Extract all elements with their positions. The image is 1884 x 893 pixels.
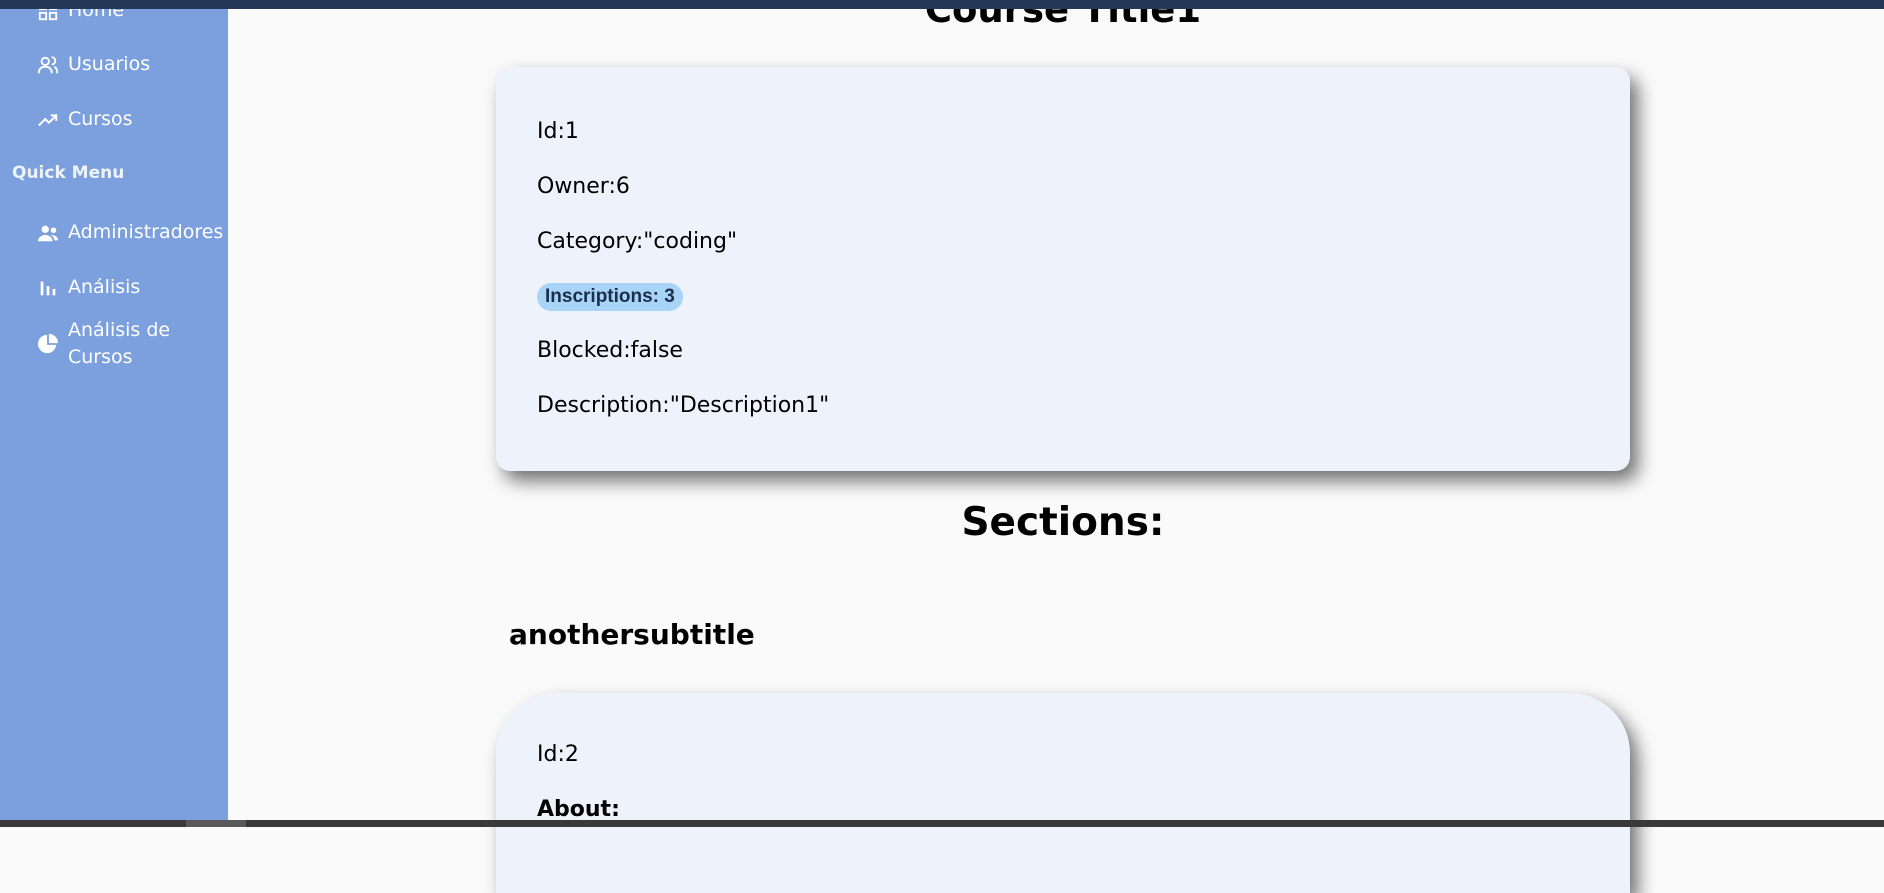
sidebar-item-analisis[interactable]: Análisis [36, 274, 140, 301]
bar-chart-icon [36, 276, 60, 300]
course-info-card: Id:1 Owner:6 Category:"coding" Inscripti… [496, 67, 1630, 471]
sidebar-item-cursos[interactable]: Cursos [36, 106, 133, 133]
top-bar [0, 0, 1884, 9]
pie-chart-icon [36, 332, 60, 356]
course-id: Id:1 [537, 119, 579, 144]
course-category: Category:"coding" [537, 229, 738, 254]
sidebar-item-label: Análisis [68, 276, 141, 298]
course-description: Description:"Description1" [537, 393, 830, 418]
sidebar-item-label: Administradores [68, 221, 224, 243]
sidebar: Home Usuarios Cursos Quick Menu Administ… [0, 0, 228, 827]
taskbar [0, 820, 1884, 827]
quick-menu-title: Quick Menu [12, 163, 125, 183]
course-owner: Owner:6 [537, 174, 630, 199]
sidebar-item-administradores[interactable]: Administradores [36, 219, 223, 246]
admins-icon [36, 221, 60, 245]
sections-heading: Sections: [961, 500, 1165, 545]
sidebar-item-label: Usuarios [68, 53, 151, 75]
sidebar-item-label: Análisis de Cursos [68, 319, 171, 368]
inscriptions-badge: Inscriptions: 3 [537, 283, 683, 311]
sidebar-item-analisis-de-cursos[interactable]: Análisis de Cursos [36, 317, 198, 371]
trending-up-icon [36, 108, 60, 132]
section-card: Id:2 About: [496, 693, 1630, 893]
scrollbar-thumb[interactable] [186, 820, 246, 827]
section-about: About: [537, 797, 620, 822]
section-subtitle: anothersubtitle [509, 618, 755, 651]
sidebar-item-usuarios[interactable]: Usuarios [36, 51, 150, 78]
sidebar-item-label: Cursos [68, 108, 133, 130]
course-blocked: Blocked:false [537, 338, 683, 363]
users-icon [36, 53, 60, 77]
section-id: Id:2 [537, 742, 579, 767]
